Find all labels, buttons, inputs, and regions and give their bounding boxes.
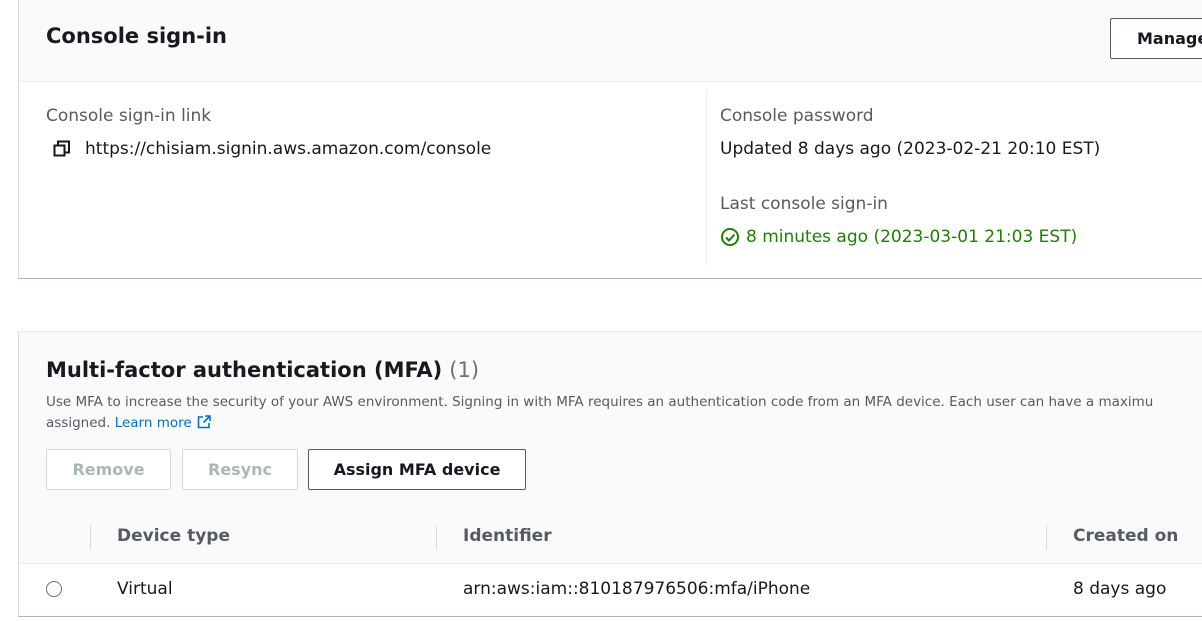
column-separator	[436, 525, 437, 550]
mfa-header: Multi-factor authentication (MFA) (1) Us…	[19, 332, 1202, 513]
column-header-created-on[interactable]: Created on	[1073, 526, 1178, 546]
remove-button[interactable]: Remove	[46, 449, 171, 490]
last-signin-row: 8 minutes ago (2023-03-01 21:03 EST)	[720, 227, 1077, 247]
cell-created-on: 8 days ago	[1073, 579, 1167, 599]
mfa-panel: Multi-factor authentication (MFA) (1) Us…	[18, 331, 1202, 617]
column-divider	[706, 90, 707, 265]
mfa-title-row: Multi-factor authentication (MFA) (1)	[46, 358, 479, 382]
learn-more-link[interactable]: Learn more	[115, 415, 212, 431]
column-header-identifier[interactable]: Identifier	[463, 526, 552, 546]
learn-more-text[interactable]: Learn more	[115, 415, 192, 431]
signin-link-value: https://chisiam.signin.aws.amazon.com/co…	[85, 139, 492, 159]
manage-button[interactable]: Manage	[1110, 18, 1202, 59]
console-password-label: Console password	[720, 106, 874, 126]
signin-link-label: Console sign-in link	[46, 106, 212, 126]
mfa-description-line2: assigned. Learn more	[46, 413, 1202, 434]
console-signin-panel: Console sign-in Manage Console sign-in l…	[18, 0, 1202, 279]
check-circle-icon	[720, 227, 740, 247]
column-header-device-type[interactable]: Device type	[117, 526, 230, 546]
console-password-value: Updated 8 days ago (2023-02-21 20:10 EST…	[720, 139, 1101, 159]
mfa-description-assigned: assigned.	[46, 415, 111, 431]
cell-identifier: arn:aws:iam::810187976506:mfa/iPhone	[463, 579, 811, 599]
external-link-icon[interactable]	[196, 414, 212, 430]
column-separator	[1046, 525, 1047, 550]
signin-link-row: https://chisiam.signin.aws.amazon.com/co…	[46, 139, 491, 159]
mfa-title: Multi-factor authentication (MFA)	[46, 358, 443, 382]
console-signin-header: Console sign-in Manage	[19, 0, 1202, 82]
assign-mfa-device-button[interactable]: Assign MFA device	[308, 449, 526, 490]
copy-icon[interactable]	[53, 140, 71, 158]
mfa-description: Use MFA to increase the security of your…	[46, 392, 1202, 434]
row-select-radio[interactable]	[46, 581, 62, 597]
mfa-description-line1: Use MFA to increase the security of your…	[46, 394, 1154, 410]
resync-button[interactable]: Resync	[182, 449, 298, 490]
last-signin-value: 8 minutes ago (2023-03-01 21:03 EST)	[746, 227, 1078, 247]
column-separator	[90, 525, 91, 550]
mfa-count: (1)	[449, 358, 480, 382]
mfa-table-header: Device type Identifier Created on	[19, 512, 1202, 564]
console-signin-title: Console sign-in	[46, 24, 228, 48]
last-signin-label: Last console sign-in	[720, 194, 888, 214]
cell-device-type: Virtual	[117, 579, 173, 599]
